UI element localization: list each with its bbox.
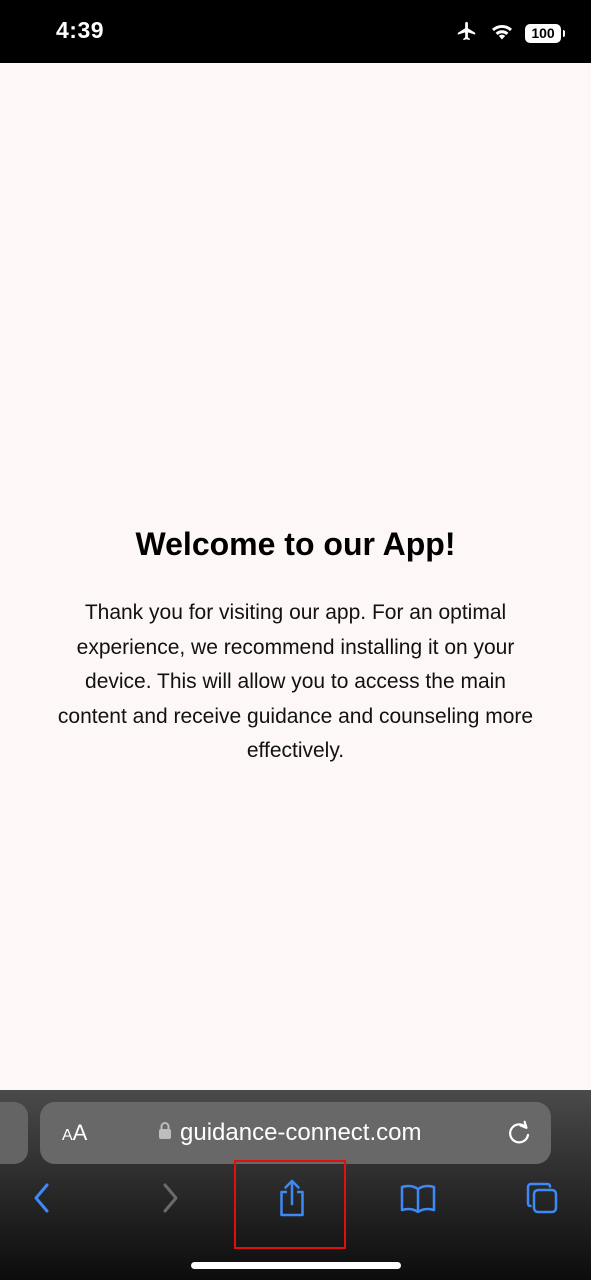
back-button[interactable] [22, 1180, 62, 1220]
tabs-button[interactable] [522, 1180, 562, 1220]
battery-icon: 100 [525, 23, 565, 43]
address-bar[interactable]: AA guidance-connect.com [40, 1102, 551, 1164]
status-time: 4:39 [56, 17, 105, 43]
url-text: guidance-connect.com [180, 1119, 422, 1146]
status-bar: 4:39 100 [0, 0, 591, 63]
reload-icon[interactable] [505, 1119, 533, 1147]
previous-tab-peek[interactable] [0, 1102, 28, 1164]
text-size-small-a: A [62, 1127, 73, 1144]
text-size-button[interactable]: AA [62, 1120, 87, 1149]
url-field[interactable]: guidance-connect.com [158, 1118, 421, 1148]
status-icons: 100 [455, 20, 565, 47]
wifi-icon [491, 22, 513, 45]
page-title: Welcome to our App! [135, 526, 456, 562]
back-icon [32, 1182, 52, 1219]
home-indicator[interactable] [191, 1262, 401, 1269]
page-body-text: Thank you for visiting our app. For an o… [57, 601, 534, 762]
share-highlight-box [234, 1160, 346, 1249]
battery-level: 100 [531, 25, 555, 41]
lock-icon [158, 1121, 172, 1146]
text-size-large-a: A [72, 1120, 88, 1145]
airplane-mode-icon [455, 20, 479, 47]
web-content: Welcome to our App! Thank you for visiti… [0, 63, 591, 1090]
bookmarks-button[interactable] [398, 1180, 438, 1220]
screen: 4:39 100 Welcome to our App! Thank you f… [0, 0, 591, 1280]
forward-button[interactable] [150, 1180, 190, 1220]
tabs-icon [525, 1181, 559, 1220]
forward-icon [160, 1182, 180, 1219]
bookmarks-icon [399, 1183, 437, 1218]
